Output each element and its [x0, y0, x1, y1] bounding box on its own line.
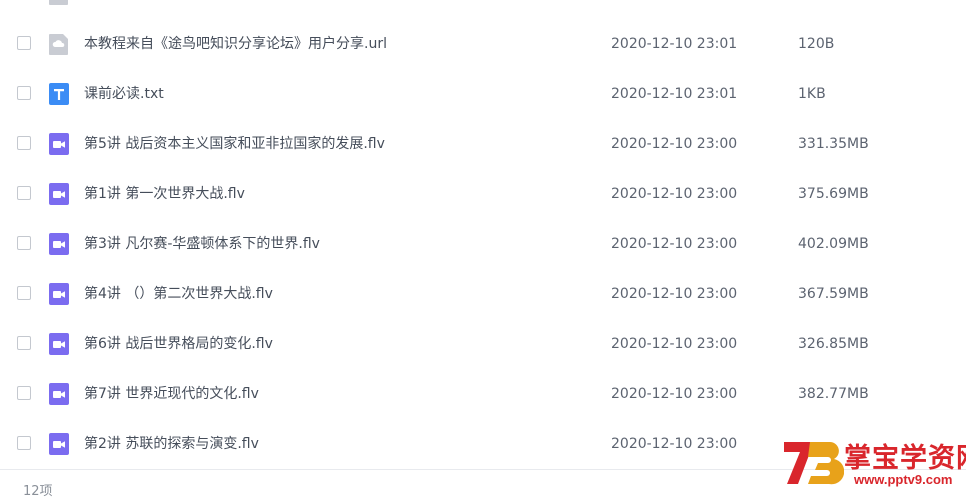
- row-checkbox[interactable]: [17, 136, 31, 150]
- file-row[interactable]: 本教程来自《途鸟吧知识分享论坛》用户分享.url 2020-12-10 23:0…: [0, 19, 966, 69]
- video-file-icon: [49, 383, 69, 405]
- file-size: 120B: [798, 0, 834, 19]
- file-list: 更多精品课程与资源请访问 www.teacher.com 2020-12-10 …: [0, 0, 966, 469]
- watermark-logo-icon: [784, 442, 844, 485]
- file-name[interactable]: 第7讲 世界近现代的文化.flv: [84, 369, 259, 419]
- file-date: 2020-12-10 23:00: [611, 136, 738, 152]
- row-checkbox[interactable]: [17, 336, 31, 350]
- file-name[interactable]: 第3讲 凡尔赛-华盛顿体系下的世界.flv: [84, 219, 320, 269]
- watermark-brand: 掌宝学资网: [844, 443, 966, 474]
- file-name[interactable]: 更多精品课程与资源请访问 www.teacher.com: [84, 0, 381, 19]
- file-name[interactable]: 第1讲 第一次世界大战.flv: [84, 169, 245, 219]
- video-file-icon: [49, 333, 69, 355]
- file-date: 2020-12-10 23:00: [611, 286, 738, 302]
- row-checkbox[interactable]: [17, 286, 31, 300]
- file-name[interactable]: 第2讲 苏联的探索与演变.flv: [84, 419, 259, 469]
- link-file-icon: [49, 34, 68, 55]
- file-date: 2020-12-10 23:01: [611, 86, 738, 102]
- file-row[interactable]: 第7讲 世界近现代的文化.flv 2020-12-10 23:00 382.77…: [0, 369, 966, 419]
- row-checkbox[interactable]: [17, 436, 31, 450]
- file-size: 120B: [798, 36, 835, 52]
- file-date: 2020-12-10 23:00: [611, 236, 738, 252]
- video-file-icon: [49, 133, 69, 155]
- file-size: 382.77MB: [798, 386, 869, 402]
- file-date: 2020-12-10 23:01: [611, 0, 737, 19]
- watermark: 掌宝学资网 www.pptv9.com: [780, 434, 966, 494]
- file-date: 2020-12-10 23:01: [611, 36, 738, 52]
- file-row[interactable]: 更多精品课程与资源请访问 www.teacher.com 2020-12-10 …: [0, 0, 966, 19]
- file-row[interactable]: 第1讲 第一次世界大战.flv 2020-12-10 23:00 375.69M…: [0, 169, 966, 219]
- item-count: 12项: [23, 484, 53, 499]
- row-checkbox[interactable]: [17, 36, 31, 50]
- video-file-icon: [49, 183, 69, 205]
- file-size: 367.59MB: [798, 286, 869, 302]
- file-size: 326.85MB: [798, 336, 869, 352]
- file-row[interactable]: 第3讲 凡尔赛-华盛顿体系下的世界.flv 2020-12-10 23:00 4…: [0, 219, 966, 269]
- file-size: 1KB: [798, 86, 826, 102]
- file-date: 2020-12-10 23:00: [611, 436, 738, 452]
- link-file-icon: [49, 0, 68, 5]
- file-size: 375.69MB: [798, 186, 869, 202]
- row-checkbox[interactable]: [17, 86, 31, 100]
- video-file-icon: [49, 433, 69, 455]
- video-file-icon: [49, 233, 69, 255]
- video-file-icon: [49, 283, 69, 305]
- file-row[interactable]: 第6讲 战后世界格局的变化.flv 2020-12-10 23:00 326.8…: [0, 319, 966, 369]
- file-row[interactable]: 第5讲 战后资本主义国家和亚非拉国家的发展.flv 2020-12-10 23:…: [0, 119, 966, 169]
- watermark-url: www.pptv9.com: [854, 472, 953, 487]
- file-name[interactable]: 第4讲 （）第二次世界大战.flv: [84, 269, 273, 319]
- file-date: 2020-12-10 23:00: [611, 186, 738, 202]
- file-row[interactable]: 第4讲 （）第二次世界大战.flv 2020-12-10 23:00 367.5…: [0, 269, 966, 319]
- file-size: 331.35MB: [798, 136, 869, 152]
- row-checkbox[interactable]: [17, 236, 31, 250]
- file-name[interactable]: 本教程来自《途鸟吧知识分享论坛》用户分享.url: [84, 19, 387, 69]
- file-date: 2020-12-10 23:00: [611, 386, 738, 402]
- row-checkbox[interactable]: [17, 186, 31, 200]
- file-size: 402.09MB: [798, 236, 869, 252]
- file-name[interactable]: 课前必读.txt: [84, 69, 164, 119]
- text-file-icon: [49, 83, 69, 105]
- file-name[interactable]: 第5讲 战后资本主义国家和亚非拉国家的发展.flv: [84, 119, 385, 169]
- file-name[interactable]: 第6讲 战后世界格局的变化.flv: [84, 319, 273, 369]
- file-date: 2020-12-10 23:00: [611, 336, 738, 352]
- file-row[interactable]: 课前必读.txt 2020-12-10 23:01 1KB: [0, 69, 966, 119]
- row-checkbox[interactable]: [17, 386, 31, 400]
